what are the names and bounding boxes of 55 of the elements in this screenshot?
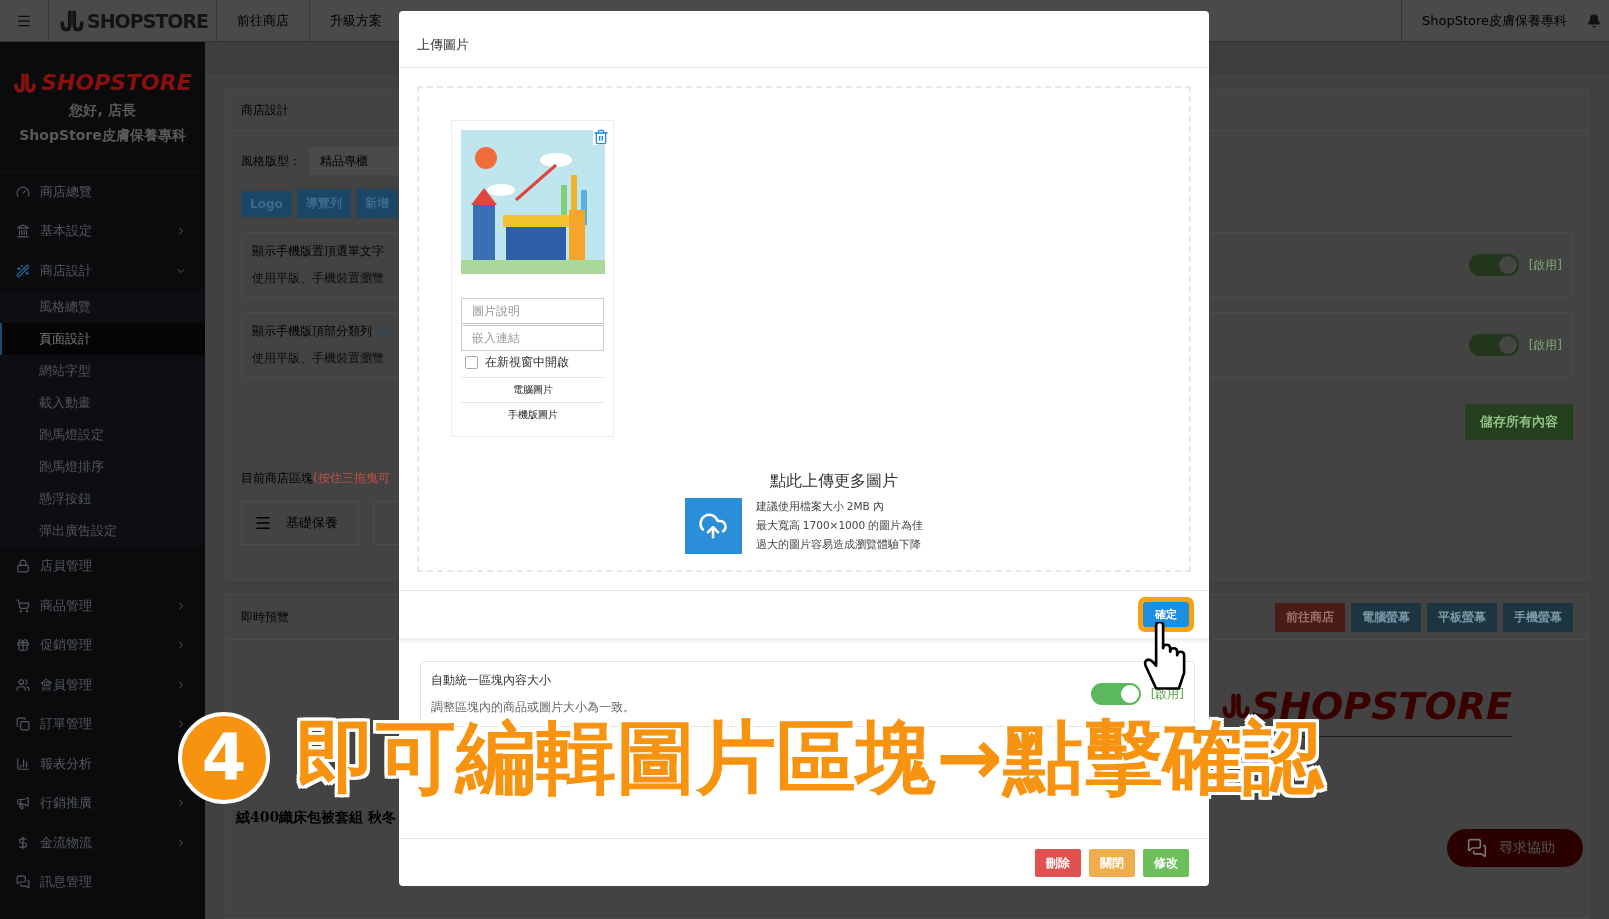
sidebar-item[interactable]: 商店總覽 bbox=[16, 182, 92, 201]
image-link[interactable]: 電腦圖片 bbox=[461, 377, 604, 402]
nav-link[interactable]: 前往商店 bbox=[216, 0, 309, 42]
sidebar-subitem[interactable]: 載入動畫 bbox=[0, 386, 205, 419]
block-item[interactable]: 基礎保養 bbox=[241, 501, 359, 545]
sidebar-item[interactable]: 會員管理 bbox=[16, 675, 92, 694]
sidebar-subitem[interactable]: 頁面設計 bbox=[0, 322, 205, 355]
sidebar-item[interactable]: 訂單管理 bbox=[16, 715, 92, 734]
field-label: 風格版型： bbox=[241, 152, 301, 170]
product-title: 絨400織床包被套組 秋冬 bbox=[236, 809, 397, 827]
sidebar-item[interactable]: 金流物流 bbox=[16, 833, 92, 852]
sidebar-item[interactable]: 促銷管理 bbox=[16, 636, 92, 655]
logo-text: SHOPSTORE bbox=[41, 70, 192, 95]
help-button[interactable]: 尋求協助 bbox=[1447, 829, 1583, 867]
sidebar-item[interactable]: 行銷推廣 bbox=[16, 794, 92, 813]
dialog-button[interactable]: 關閉 bbox=[1089, 848, 1135, 877]
caption-field[interactable]: 圖片說明 bbox=[461, 298, 604, 324]
sidebar-subitem[interactable]: 風格總覽 bbox=[0, 290, 205, 323]
toggle-state: [啟用] bbox=[1150, 685, 1184, 703]
sidebar-item[interactable]: 基本設定 bbox=[16, 222, 92, 241]
store-name: ShopStore皮膚保養專科 bbox=[1421, 11, 1567, 30]
drop-zone[interactable]: 圖片說明 嵌入連結 在新視窗中開啟 電腦圖片 手機版圖片 點此上傳更多圖片 建議使用檔案大小 2MB 內 最大寬高 1700×1000 的圖片為佳 過大的圖片容易造成瀏覽體驗下降 bbox=[417, 86, 1191, 572]
upload-title: 點此上傳更多圖片 bbox=[770, 471, 898, 492]
setting-title: 自動統一區塊內容大小 bbox=[431, 672, 551, 689]
preview-button[interactable]: 手機螢幕 bbox=[1503, 602, 1573, 632]
sidebar-item[interactable]: 訊息管理 bbox=[16, 873, 92, 892]
sidebar-item[interactable]: 商品管理 bbox=[16, 596, 92, 615]
dialog-button[interactable]: 刪除 bbox=[1035, 848, 1081, 877]
sidebar-subitem[interactable]: 網站字型 bbox=[0, 354, 205, 387]
sidebar-subitem[interactable]: 彈出廣告設定 bbox=[0, 514, 205, 547]
upload-note: 最大寬高 1700×1000 的圖片為佳 bbox=[755, 519, 924, 533]
checkbox-label: 在新視窗中開啟 bbox=[485, 354, 569, 371]
upload-note: 過大的圖片容易造成瀏覽體驗下降 bbox=[755, 538, 922, 552]
save-button[interactable]: 儲存所有內容 bbox=[1465, 404, 1573, 440]
sidebar-subitem[interactable]: 懸浮按鈕 bbox=[0, 482, 205, 515]
sidebar-subitem[interactable]: 跑馬燈排序 bbox=[0, 450, 205, 483]
sidebar-item[interactable]: 店員管理 bbox=[16, 557, 92, 576]
greeting: 您好, 店長 bbox=[69, 102, 136, 120]
upload-note: 建議使用檔案大小 2MB 內 bbox=[755, 500, 886, 514]
toggle-state: [啟用] bbox=[1528, 256, 1562, 274]
dialog-title: 上傳圖片 bbox=[417, 36, 469, 54]
sidebar-subitem[interactable]: 跑馬燈設定 bbox=[0, 418, 205, 451]
preview-button[interactable]: 電腦螢幕 bbox=[1351, 602, 1421, 632]
sidebar-item[interactable]: 商店設計 bbox=[16, 261, 92, 280]
store-name: ShopStore皮膚保養專科 bbox=[19, 127, 186, 145]
dialog-button[interactable]: 修改 bbox=[1143, 848, 1189, 877]
link-field[interactable]: 嵌入連結 bbox=[461, 325, 604, 351]
sidebar-item[interactable]: 報表分析 bbox=[16, 754, 92, 773]
section-label: 目前商店區塊 bbox=[241, 470, 313, 487]
image-link[interactable]: 手機版圖片 bbox=[461, 402, 604, 427]
toggle-state: [啟用] bbox=[1528, 336, 1562, 354]
preview-button[interactable]: 平板螢幕 bbox=[1427, 602, 1497, 632]
drag-hint: (按住三拖曳可 bbox=[313, 470, 390, 487]
setting-description: 調整區塊內的商品或圖片大小為一致。 bbox=[431, 699, 635, 716]
preview-button[interactable]: 前往商店 bbox=[1275, 602, 1345, 632]
